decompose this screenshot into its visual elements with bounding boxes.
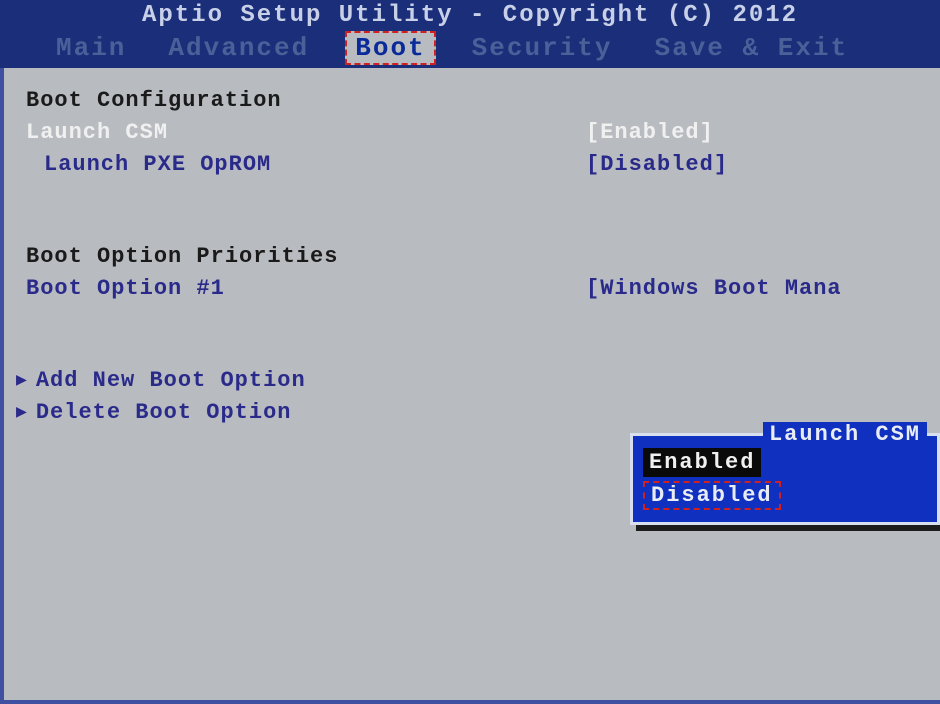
- launch-csm-value: [Enabled]: [586, 120, 930, 145]
- tab-main[interactable]: Main: [50, 31, 132, 65]
- tab-boot[interactable]: Boot: [345, 31, 435, 65]
- row-add-new-boot[interactable]: ▶ Add New Boot Option: [14, 364, 930, 396]
- boot-option-1-value: [Windows Boot Mana: [586, 276, 930, 301]
- boot-option-1-label: Boot Option #1: [26, 276, 586, 301]
- row-launch-pxe[interactable]: Launch PXE OpROM [Disabled]: [14, 148, 930, 180]
- popup-title: Launch CSM: [763, 422, 927, 447]
- spacer: [14, 304, 930, 364]
- launch-csm-label: Launch CSM: [26, 120, 586, 145]
- tab-save-exit[interactable]: Save & Exit: [649, 31, 855, 65]
- add-new-boot-label: Add New Boot Option: [36, 368, 306, 393]
- popup-launch-csm: Launch CSM Enabled Disabled: [630, 433, 940, 525]
- spacer: [14, 180, 930, 240]
- boot-priorities-header: Boot Option Priorities: [26, 244, 586, 269]
- section-boot-priorities: Boot Option Priorities: [14, 240, 930, 272]
- triangle-right-icon: ▶: [16, 369, 28, 391]
- triangle-right-icon: ▶: [16, 401, 28, 423]
- popup-option-enabled[interactable]: Enabled: [643, 448, 761, 477]
- row-launch-csm[interactable]: Launch CSM [Enabled]: [14, 116, 930, 148]
- section-boot-config: Boot Configuration: [14, 84, 930, 116]
- boot-config-header: Boot Configuration: [26, 88, 586, 113]
- delete-boot-label: Delete Boot Option: [36, 400, 292, 425]
- popup-option-disabled[interactable]: Disabled: [643, 481, 781, 510]
- content-area: Boot Configuration Launch CSM [Enabled] …: [0, 68, 940, 704]
- header-bar: Aptio Setup Utility - Copyright (C) 2012…: [0, 0, 940, 68]
- launch-pxe-label: Launch PXE OpROM: [26, 152, 586, 177]
- tab-advanced[interactable]: Advanced: [162, 31, 315, 65]
- tab-security[interactable]: Security: [466, 31, 619, 65]
- menu-tabs: Main Advanced Boot Security Save & Exit: [0, 31, 940, 65]
- launch-pxe-value: [Disabled]: [586, 152, 930, 177]
- bios-title: Aptio Setup Utility - Copyright (C) 2012: [0, 2, 940, 29]
- row-boot-option-1[interactable]: Boot Option #1 [Windows Boot Mana: [14, 272, 930, 304]
